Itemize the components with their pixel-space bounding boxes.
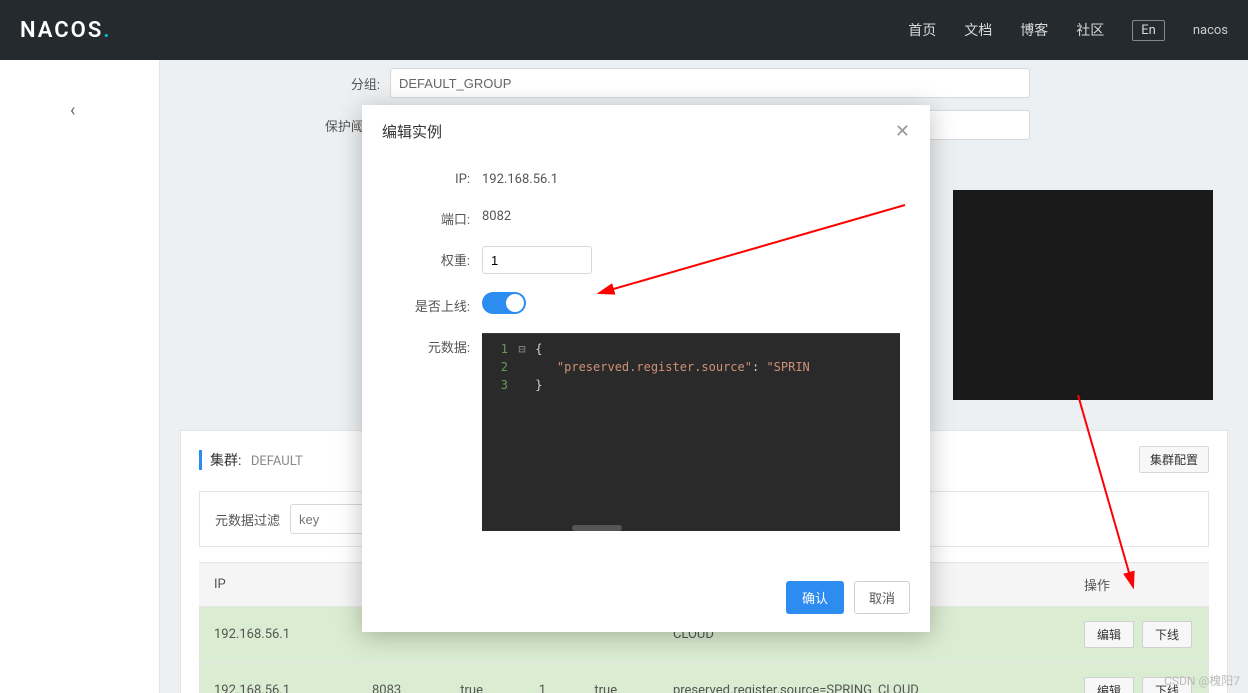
code-line: 1⊟ { [482,340,900,358]
user-label[interactable]: nacos [1193,23,1228,38]
cluster-title-label: 集群: [210,453,241,469]
th-ops: 操作 [1069,563,1209,607]
dialog-footer: 确认 取消 [362,569,930,632]
switch-knob [506,294,524,312]
meta-row: 元数据: 1⊟ { 2 "preserved.register.source":… [392,333,900,531]
offline-button[interactable]: 下线 [1142,621,1192,648]
protect-label: 保护阈值: [180,116,380,135]
cancel-button[interactable]: 取消 [854,581,910,614]
cluster-config-button[interactable]: 集群配置 [1139,446,1209,473]
background-code-block [953,190,1213,400]
scroll-thumb[interactable] [572,525,622,531]
cell-ip: 192.168.56.1 [199,607,357,663]
line-number: 2 [482,358,516,376]
th-ip: IP [199,563,357,607]
gutter-spacer [516,376,528,394]
weight-label: 权重: [392,246,482,269]
app-header: NACOS. 首页 文档 博客 社区 En nacos [0,0,1248,60]
sidebar-collapse-icon[interactable]: ‹ [70,100,75,121]
group-row: 分组: [180,60,1228,98]
metadata-editor[interactable]: 1⊟ { 2 "preserved.register.source": "SPR… [482,333,900,531]
gutter-spacer [516,358,528,376]
line-number: 1 [482,340,516,358]
cell-meta: preserved.register.source=SPRING_CLOUD [658,663,1069,693]
port-label: 端口: [392,205,482,228]
cell-port: 8083 [357,663,445,693]
edit-button[interactable]: 编辑 [1084,621,1134,648]
nav-docs[interactable]: 文档 [964,20,992,40]
group-input[interactable] [390,68,1030,98]
code-line: 3 } [482,376,900,394]
ip-row: IP: 192.168.56.1 [392,168,900,187]
online-label: 是否上线: [392,292,482,315]
group-label: 分组: [180,74,380,93]
dialog-title: 编辑实例 [382,121,442,142]
weight-input[interactable] [482,246,592,274]
watermark: CSDN @槐阳7 [1164,672,1240,689]
editor-scrollbar[interactable] [482,525,900,531]
port-value: 8082 [482,205,511,224]
confirm-button[interactable]: 确认 [786,581,844,614]
nav-home[interactable]: 首页 [908,20,936,40]
nav-blog[interactable]: 博客 [1020,20,1048,40]
cluster-name: DEFAULT [251,454,303,469]
line-content: "preserved.register.source": "SPRIN [528,358,900,376]
cell-ip: 192.168.56.1 [199,663,357,693]
cell-ops: 编辑 下线 [1069,607,1209,663]
dialog-body: IP: 192.168.56.1 端口: 8082 权重: 是否上线: 元数据:… [362,158,930,569]
line-content: } [528,376,900,394]
cell-ephemeral: true [445,663,524,693]
sidebar: ‹ [0,60,160,693]
lang-toggle[interactable]: En [1132,20,1165,41]
dialog-header: 编辑实例 ✕ [362,105,930,158]
weight-row: 权重: [392,246,900,274]
edit-button[interactable]: 编辑 [1084,677,1134,693]
cluster-title: 集群: DEFAULT [199,450,303,470]
top-nav: 首页 文档 博客 社区 En nacos [908,20,1228,41]
close-icon[interactable]: ✕ [895,123,910,141]
logo: NACOS. [20,18,112,43]
logo-dot: . [103,18,111,43]
ip-value: 192.168.56.1 [482,168,558,187]
code-line: 2 "preserved.register.source": "SPRIN [482,358,900,376]
online-switch[interactable] [482,292,526,314]
online-row: 是否上线: [392,292,900,315]
nav-community[interactable]: 社区 [1076,20,1104,40]
filter-label: 元数据过滤 [215,510,280,529]
edit-instance-dialog: 编辑实例 ✕ IP: 192.168.56.1 端口: 8082 权重: 是否上… [362,105,930,632]
cell-weight: 1 [524,663,580,693]
logo-text: NACOS [20,18,103,43]
line-number: 3 [482,376,516,394]
port-row: 端口: 8082 [392,205,900,228]
ip-label: IP: [392,168,482,187]
table-row: 192.168.56.1 8083 true 1 true preserved.… [199,663,1209,693]
line-content: { [528,340,900,358]
cell-healthy: true [579,663,658,693]
fold-icon[interactable]: ⊟ [516,340,528,358]
meta-label: 元数据: [392,333,482,356]
